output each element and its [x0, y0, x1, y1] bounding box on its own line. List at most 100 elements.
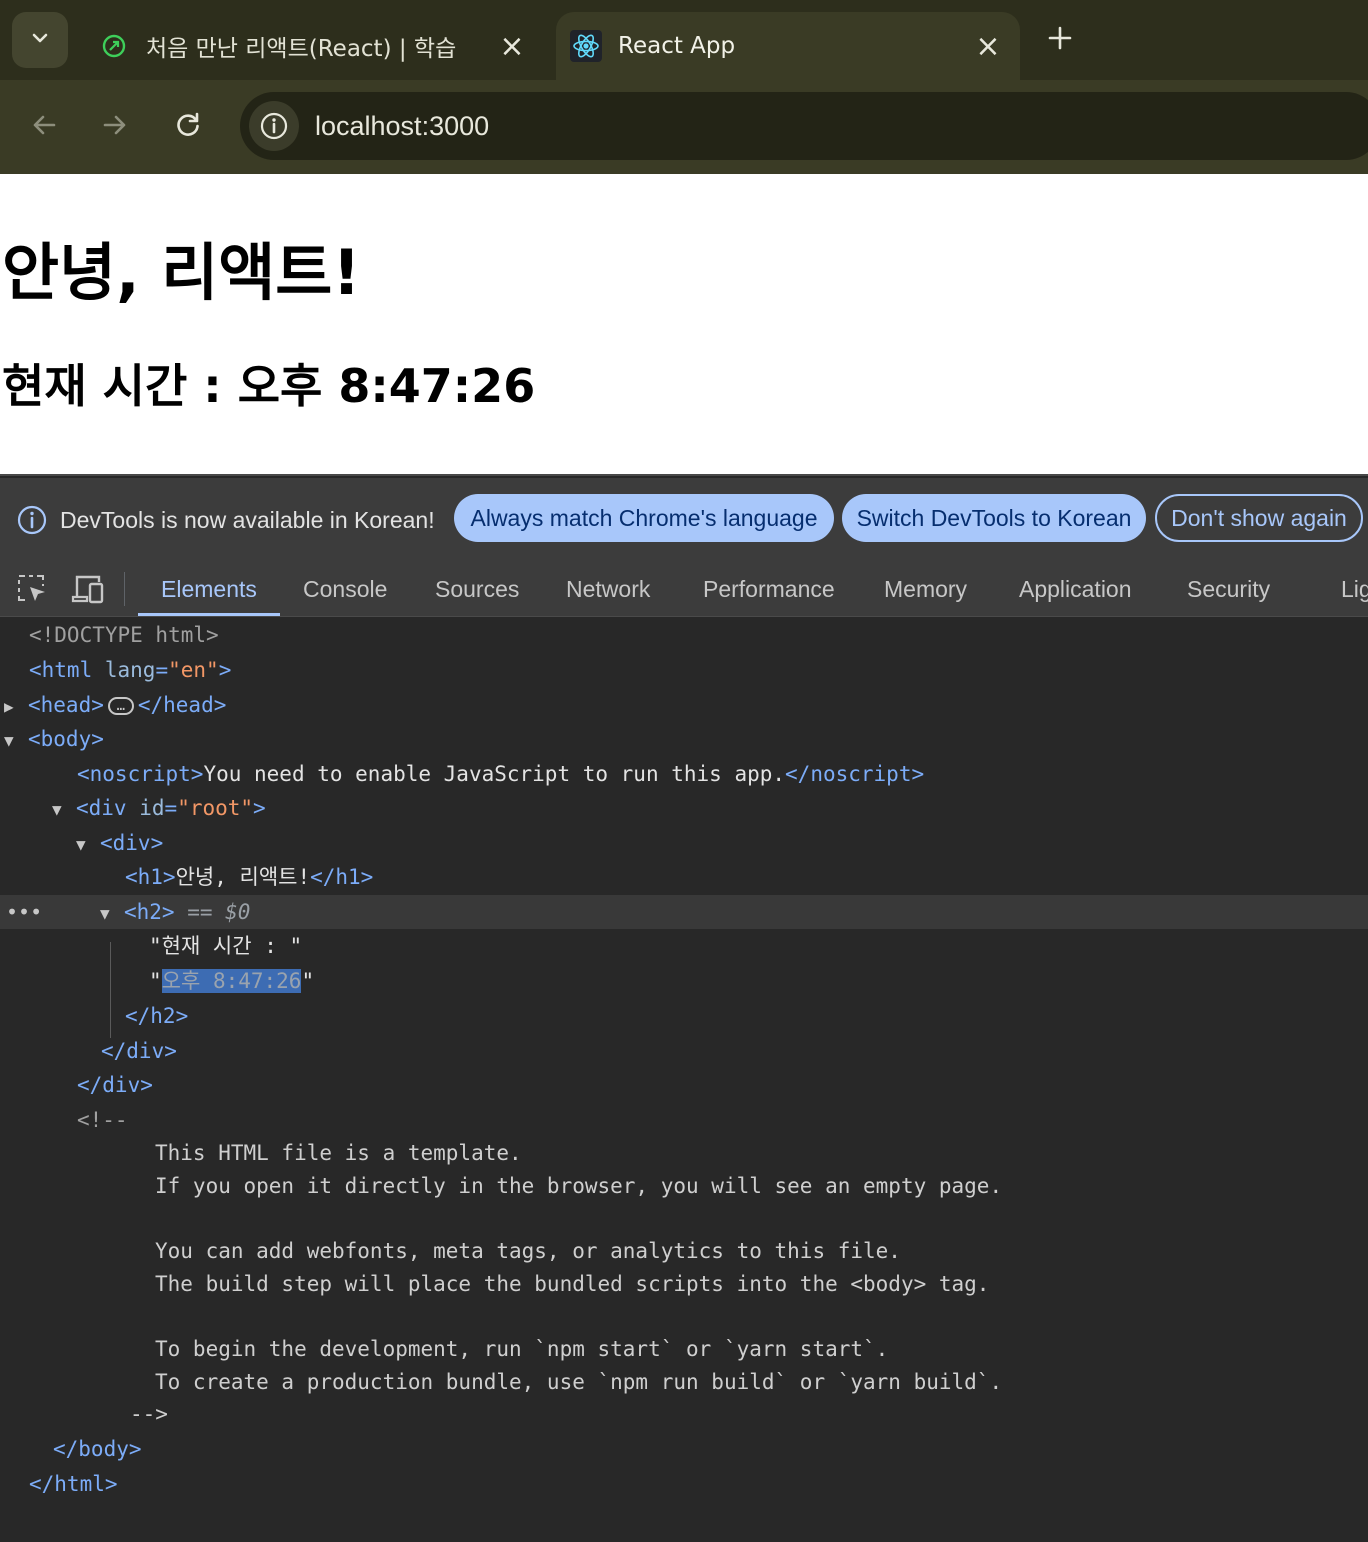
- highlighted-text: 오후 8:47:26: [161, 969, 302, 993]
- devtools-tab-bar: Elements Console Sources Network Perform…: [0, 562, 1368, 617]
- comment-line: The build step will place the bundled sc…: [0, 1267, 1368, 1301]
- attr-value: "root": [177, 796, 254, 820]
- collapse-triangle-icon[interactable]: ▼: [52, 793, 76, 827]
- text-node: You need to enable JavaScript to run thi…: [203, 762, 786, 786]
- tab-performance[interactable]: Performance: [703, 562, 835, 616]
- dom-node-head[interactable]: ▶ <head>… </head>: [0, 688, 1368, 722]
- text-node: 안녕, 리액트!: [175, 865, 311, 889]
- comment-close: -->: [0, 1397, 1368, 1431]
- tag-name: <html: [29, 658, 93, 682]
- dom-text-node[interactable]: "오후 8:47:26": [0, 964, 1368, 998]
- address-bar[interactable]: localhost:3000: [240, 92, 1368, 160]
- tab-lighthouse[interactable]: Lig: [1341, 562, 1368, 616]
- dom-node-div-root-close[interactable]: </div>: [0, 1068, 1368, 1102]
- tab-memory[interactable]: Memory: [884, 562, 967, 616]
- tag-name: </head>: [137, 693, 227, 717]
- comment-close-text: -->: [130, 1402, 168, 1426]
- leaf-icon: [98, 30, 130, 62]
- comment-line: To begin the development, run `npm start…: [0, 1332, 1368, 1366]
- react-icon: [570, 30, 602, 62]
- forward-button[interactable]: [92, 104, 138, 150]
- more-options-icon[interactable]: •••: [6, 895, 42, 929]
- dom-node-html-close[interactable]: </html>: [0, 1467, 1368, 1501]
- tag-name: <div: [76, 796, 127, 820]
- tag-name: <h1>: [125, 865, 176, 889]
- tag-name: <body>: [28, 727, 104, 751]
- comment-line: To create a production bundle, use `npm …: [0, 1365, 1368, 1399]
- tab-title: React App: [618, 33, 736, 59]
- dom-node-body-close[interactable]: </body>: [0, 1432, 1368, 1466]
- reload-button[interactable]: [165, 104, 211, 150]
- toolbar-divider: [124, 572, 125, 606]
- dom-node-div[interactable]: ▼ <div>: [0, 826, 1368, 860]
- dom-node-html[interactable]: <html lang="en">: [0, 653, 1368, 687]
- tag-name: </div>: [101, 1039, 177, 1063]
- tree-guide-line: [110, 942, 111, 1038]
- text-node: "현재 시간 : ": [149, 934, 303, 958]
- comment-line: If you open it directly in the browser, …: [0, 1169, 1368, 1203]
- tab-search-button[interactable]: [12, 12, 68, 68]
- selected-node-marker: == $0: [187, 900, 251, 924]
- tab-sources[interactable]: Sources: [435, 562, 519, 616]
- attr-name: id: [139, 796, 165, 820]
- quote-mark: ": [149, 969, 162, 993]
- quote-mark: ": [301, 969, 315, 993]
- inspect-element-icon[interactable]: [13, 570, 51, 608]
- always-match-language-button[interactable]: Always match Chrome's language: [454, 494, 834, 542]
- close-icon[interactable]: ×: [968, 26, 1008, 66]
- tag-name: </html>: [29, 1472, 118, 1496]
- dom-text-node[interactable]: "현재 시간 : ": [0, 929, 1368, 963]
- dom-comment-node[interactable]: <!--: [0, 1103, 1368, 1137]
- tab-console[interactable]: Console: [303, 562, 387, 616]
- comment-text: To begin the development, run `npm start…: [155, 1337, 889, 1361]
- tab-elements[interactable]: Elements: [138, 562, 280, 616]
- comment-open: <!--: [77, 1108, 128, 1132]
- tab-application[interactable]: Application: [1019, 562, 1132, 616]
- tab-title: 처음 만난 리액트(React) | 학습: [146, 36, 457, 62]
- tag-name: </noscript>: [785, 762, 925, 786]
- tab-security[interactable]: Security: [1187, 562, 1270, 616]
- comment-line: This HTML file is a template.: [0, 1136, 1368, 1170]
- tab-strip: 처음 만난 리액트(React) | 학습 × React App ×: [0, 0, 1368, 80]
- dont-show-again-button[interactable]: Don't show again: [1155, 494, 1363, 542]
- collapse-triangle-icon[interactable]: ▼: [4, 724, 28, 758]
- collapse-triangle-icon[interactable]: ▼: [100, 897, 124, 931]
- ellipsis-icon[interactable]: …: [107, 697, 134, 715]
- devtools-panel: DevTools is now available in Korean! Alw…: [0, 474, 1368, 1542]
- comment-text: To create a production bundle, use `npm …: [155, 1370, 1003, 1394]
- tab-network[interactable]: Network: [566, 562, 650, 616]
- tag-name: </h2>: [125, 1004, 189, 1028]
- attr-value: "en": [168, 658, 219, 682]
- comment-text: If you open it directly in the browser, …: [155, 1174, 1003, 1198]
- switch-to-korean-button[interactable]: Switch DevTools to Korean: [842, 494, 1146, 542]
- back-button[interactable]: [21, 104, 67, 150]
- dom-node-h1[interactable]: <h1>안녕, 리액트!</h1>: [0, 860, 1368, 894]
- dom-node-doctype[interactable]: <!DOCTYPE html>: [0, 618, 1368, 652]
- attr-name: lang: [104, 658, 156, 682]
- close-icon[interactable]: ×: [492, 26, 532, 66]
- expand-triangle-icon[interactable]: ▶: [4, 690, 28, 724]
- dom-node-noscript[interactable]: <noscript>You need to enable JavaScript …: [0, 757, 1368, 791]
- tag-name: </body>: [53, 1437, 142, 1461]
- dom-node-h2-selected[interactable]: ••• ▼ <h2> == $0: [0, 895, 1368, 929]
- dom-node-div-root[interactable]: ▼ <div id="root">: [0, 791, 1368, 825]
- browser-tab-react-app[interactable]: React App ×: [556, 12, 1020, 80]
- new-tab-button[interactable]: [1038, 18, 1082, 62]
- collapse-triangle-icon[interactable]: ▼: [76, 828, 100, 862]
- dom-node-div-close[interactable]: </div>: [0, 1034, 1368, 1068]
- site-info-icon[interactable]: [249, 101, 299, 151]
- dom-node-body[interactable]: ▼ <body>: [0, 722, 1368, 756]
- dom-node-h2-close[interactable]: </h2>: [0, 999, 1368, 1033]
- device-toolbar-icon[interactable]: [69, 570, 107, 608]
- doctype-text: <!DOCTYPE html>: [29, 623, 219, 647]
- arrow-left-icon: [30, 111, 58, 143]
- chevron-down-icon: [29, 27, 51, 53]
- reload-icon: [174, 111, 202, 143]
- tag-name: <head>: [28, 693, 104, 717]
- comment-text: You can add webfonts, meta tags, or anal…: [155, 1239, 901, 1263]
- page-viewport: 안녕, 리액트! 현재 시간 : 오후 8:47:26: [0, 174, 1368, 474]
- tag-name: </div>: [77, 1073, 153, 1097]
- plus-icon: [1047, 25, 1073, 55]
- browser-toolbar: localhost:3000: [0, 80, 1368, 174]
- browser-tab-learning[interactable]: 처음 만난 리액트(React) | 학습 ×: [84, 12, 544, 80]
